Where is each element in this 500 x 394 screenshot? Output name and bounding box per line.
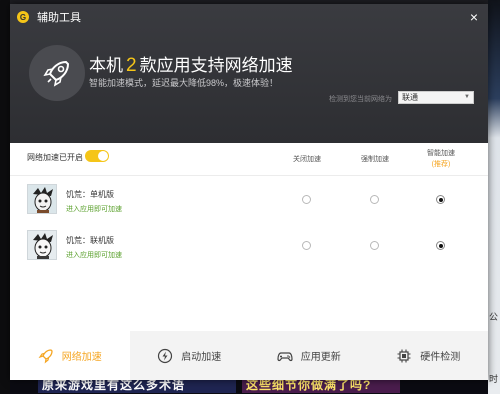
app-hint-link[interactable]: 进入应用即可加速 bbox=[66, 250, 122, 260]
headline: 本机 2 款应用支持网络加速 bbox=[89, 51, 293, 77]
radio-off[interactable] bbox=[302, 241, 311, 250]
acceleration-toggle[interactable] bbox=[85, 150, 109, 162]
background-side-text: 时 bbox=[489, 374, 499, 384]
headline-subtitle: 智能加速模式，延迟最大降低98%，极速体验！ bbox=[89, 78, 279, 88]
network-provider-select[interactable]: 联通 ▼ bbox=[398, 91, 474, 104]
tab-label: 启动加速 bbox=[181, 352, 222, 363]
app-hint-link[interactable]: 进入应用即可加速 bbox=[66, 204, 122, 214]
network-detect-label: 检测到您当前网络为 bbox=[329, 96, 392, 103]
tab-hardware-check[interactable]: 硬件检测 bbox=[369, 331, 489, 380]
tab-network-acceleration[interactable]: 网络加速 bbox=[10, 331, 130, 380]
game-icon bbox=[27, 230, 57, 260]
headline-prefix: 本机 bbox=[89, 56, 123, 75]
title-bar: G 辅助工具 × bbox=[10, 4, 488, 30]
app-name: 饥荒：联机版 bbox=[66, 236, 114, 245]
supported-app-count: 2 bbox=[126, 55, 137, 76]
radio-smart[interactable] bbox=[436, 241, 445, 250]
column-header-force-label: 强制加速 bbox=[361, 156, 389, 163]
tab-label: 应用更新 bbox=[300, 352, 341, 363]
app-logo-icon: G bbox=[17, 11, 29, 23]
tab-app-update[interactable]: 应用更新 bbox=[249, 331, 369, 380]
network-provider-value: 联通 bbox=[402, 93, 418, 102]
toggle-knob bbox=[98, 151, 108, 161]
assistant-tools-dialog: G 辅助工具 × 本机 2 款应用支持网络加速 智能加速模式，延迟最大降低98%，极… bbox=[10, 4, 488, 380]
radio-smart[interactable] bbox=[436, 195, 445, 204]
accelerate-panel: 网络加速已开启 关闭加速 强制加速 智能加速 (推荐) 饥荒：单机版 进入应用即… bbox=[10, 143, 488, 331]
background-right-strip: 公 时 bbox=[488, 0, 500, 394]
chip-icon bbox=[397, 349, 411, 362]
app-name: 饥荒：单机版 bbox=[66, 190, 114, 199]
app-row: 饥荒：单机版 进入应用即可加速 bbox=[10, 175, 488, 221]
column-header-smart: 智能加速 (推荐) bbox=[426, 148, 456, 169]
acceleration-toggle-label: 网络加速已开启 bbox=[27, 153, 83, 162]
rocket-icon bbox=[29, 45, 85, 101]
recommended-note: (推荐) bbox=[431, 161, 451, 168]
chevron-down-icon: ▼ bbox=[464, 94, 470, 100]
tab-startup-acceleration[interactable]: 启动加速 bbox=[130, 331, 250, 380]
app-row: 饥荒：联机版 进入应用即可加速 bbox=[10, 221, 488, 267]
bottom-tab-bar: 网络加速 启动加速 应用更新 硬件检测 bbox=[10, 331, 488, 380]
dialog-title: 辅助工具 bbox=[37, 12, 81, 24]
lightning-icon bbox=[158, 348, 173, 363]
background-left-strip bbox=[0, 0, 10, 394]
tab-label: 网络加速 bbox=[61, 352, 102, 363]
panel-header-row: 网络加速已开启 关闭加速 强制加速 智能加速 (推荐) bbox=[10, 143, 488, 175]
column-header-off: 关闭加速 bbox=[292, 154, 322, 164]
radio-force[interactable] bbox=[370, 195, 379, 204]
background-side-text: 公 bbox=[489, 312, 499, 322]
radio-force[interactable] bbox=[370, 241, 379, 250]
rocket-icon bbox=[38, 348, 53, 363]
headline-suffix: 款应用支持网络加速 bbox=[139, 56, 293, 75]
close-icon[interactable]: × bbox=[470, 10, 478, 24]
game-icon bbox=[27, 184, 57, 214]
gamepad-icon bbox=[277, 351, 293, 361]
dialog-header: G 辅助工具 × 本机 2 款应用支持网络加速 智能加速模式，延迟最大降低98%，极… bbox=[10, 4, 488, 143]
column-header-force: 强制加速 bbox=[360, 154, 390, 164]
column-header-smart-label: 智能加速 bbox=[427, 150, 455, 157]
column-header-off-label: 关闭加速 bbox=[293, 156, 321, 163]
radio-off[interactable] bbox=[302, 195, 311, 204]
tab-label: 硬件检测 bbox=[420, 352, 461, 363]
